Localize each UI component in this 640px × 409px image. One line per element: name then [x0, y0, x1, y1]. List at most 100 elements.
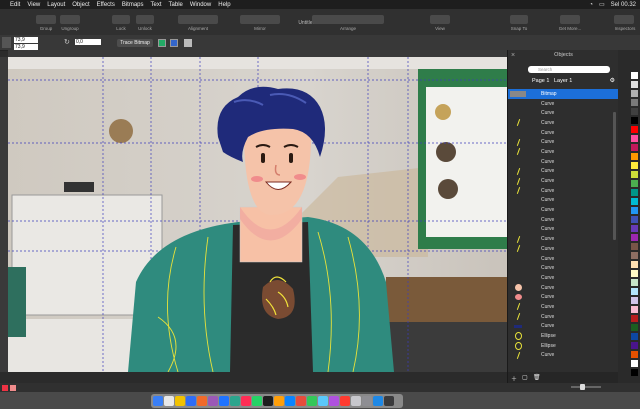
object-row[interactable]: Curve — [508, 176, 619, 186]
object-row[interactable]: Curve — [508, 196, 619, 206]
objects-scrollbar[interactable] — [613, 112, 616, 240]
palette-swatch[interactable] — [631, 306, 638, 313]
dock-app-icon[interactable] — [175, 396, 185, 406]
menu-item-help[interactable]: Help — [218, 2, 230, 8]
palette-swatch[interactable] — [631, 279, 638, 286]
dock-app-icon[interactable] — [285, 396, 295, 406]
object-row[interactable]: Curve — [508, 322, 619, 332]
outline-swatch[interactable] — [10, 385, 16, 391]
palette-swatch[interactable] — [631, 234, 638, 241]
group-button[interactable] — [36, 15, 56, 24]
dock-app-icon[interactable] — [186, 396, 196, 406]
dock-app-icon[interactable] — [373, 396, 383, 406]
object-row[interactable]: Curve — [508, 205, 619, 215]
palette-swatch[interactable] — [631, 252, 638, 259]
object-row[interactable]: Curve — [508, 186, 619, 196]
menu-item-edit[interactable]: Edit — [10, 2, 20, 8]
zoom-slider-handle[interactable] — [580, 384, 585, 390]
palette-swatch[interactable] — [631, 180, 638, 187]
page-settings-icon[interactable]: ⚙ — [610, 77, 615, 86]
close-panel-icon[interactable]: × — [511, 52, 515, 59]
object-row[interactable]: Curve — [508, 225, 619, 235]
object-row[interactable]: Curve — [508, 263, 619, 273]
palette-swatch[interactable] — [631, 126, 638, 133]
palette-swatch[interactable] — [631, 189, 638, 196]
object-row[interactable]: Curve — [508, 167, 619, 177]
palette-swatch[interactable] — [631, 216, 638, 223]
object-row[interactable]: Curve — [508, 234, 619, 244]
palette-swatch[interactable] — [631, 351, 638, 358]
wifi-icon[interactable]: ◔ — [589, 2, 593, 8]
fill-swatch[interactable] — [2, 385, 8, 391]
palette-swatch[interactable] — [631, 225, 638, 232]
palette-swatch[interactable] — [631, 99, 638, 106]
drawing-canvas[interactable] — [8, 57, 507, 372]
battery-icon[interactable]: ▭ — [599, 1, 605, 8]
view-button[interactable] — [430, 15, 450, 24]
palette-swatch[interactable] — [631, 297, 638, 304]
object-row[interactable]: Curve — [508, 108, 619, 118]
palette-swatch[interactable] — [631, 153, 638, 160]
dock-app-icon[interactable] — [340, 396, 350, 406]
dock-app-icon[interactable] — [296, 396, 306, 406]
object-row[interactable]: Curve — [508, 215, 619, 225]
palette-swatch[interactable] — [631, 270, 638, 277]
object-row[interactable]: Curve — [508, 118, 619, 128]
palette-swatch[interactable] — [631, 144, 638, 151]
object-row[interactable]: Curve — [508, 292, 619, 302]
palette-swatch[interactable] — [631, 342, 638, 349]
angle-field[interactable]: 0,0 — [75, 39, 101, 45]
dock-app-icon[interactable] — [307, 396, 317, 406]
inspectors-button[interactable] — [614, 15, 634, 24]
object-row[interactable]: Curve — [508, 147, 619, 157]
unlock-button[interactable] — [136, 15, 154, 24]
dock-app-icon[interactable] — [318, 396, 328, 406]
objects-search-input[interactable]: Search — [528, 66, 610, 73]
dock-app-icon[interactable] — [164, 396, 174, 406]
mirror-button[interactable] — [240, 15, 280, 24]
dock-app-icon[interactable] — [219, 396, 229, 406]
object-row[interactable]: Curve — [508, 283, 619, 293]
dock-app-icon[interactable] — [362, 396, 372, 406]
trace-bitmap-button[interactable]: Trace Bitmap — [117, 39, 153, 47]
menu-item-effects[interactable]: Effects — [97, 2, 115, 8]
menu-item-text[interactable]: Text — [151, 2, 162, 8]
dock-app-icon[interactable] — [252, 396, 262, 406]
clock-label[interactable]: Sel 00.32 — [611, 2, 636, 8]
palette-swatch[interactable] — [631, 117, 638, 124]
resample-icon[interactable] — [184, 39, 192, 47]
lock-button[interactable] — [112, 15, 130, 24]
dock-app-icon[interactable] — [241, 396, 251, 406]
dock-app-icon[interactable] — [153, 396, 163, 406]
palette-swatch[interactable] — [631, 207, 638, 214]
menu-item-window[interactable]: Window — [190, 2, 211, 8]
palette-swatch[interactable] — [631, 243, 638, 250]
menu-item-layout[interactable]: Layout — [47, 2, 65, 8]
object-row[interactable]: Curve — [508, 137, 619, 147]
object-row[interactable]: Ellipse — [508, 341, 619, 351]
object-row[interactable]: Curve — [508, 244, 619, 254]
x-position-field[interactable]: 73,9 — [14, 37, 38, 43]
object-row[interactable]: Curve — [508, 128, 619, 138]
palette-swatch[interactable] — [631, 288, 638, 295]
object-row[interactable]: Ellipse — [508, 331, 619, 341]
add-page-icon[interactable]: ▢ — [522, 374, 528, 381]
palette-swatch[interactable] — [631, 108, 638, 115]
color-mask-icon[interactable] — [170, 39, 178, 47]
object-row[interactable]: Curve — [508, 312, 619, 322]
arrange-button[interactable] — [312, 15, 384, 24]
palette-swatch[interactable] — [631, 333, 638, 340]
delete-icon[interactable]: 🗑 — [533, 374, 541, 381]
menu-item-table[interactable]: Table — [169, 2, 183, 8]
object-row[interactable]: Curve — [508, 351, 619, 361]
dock-app-icon[interactable] — [329, 396, 339, 406]
get-more-button[interactable] — [560, 15, 580, 24]
palette-swatch[interactable] — [631, 90, 638, 97]
alignment-button[interactable] — [178, 15, 218, 24]
ungroup-button[interactable] — [60, 15, 80, 24]
palette-swatch[interactable] — [631, 315, 638, 322]
palette-swatch[interactable] — [631, 324, 638, 331]
object-row[interactable]: Bitmap — [508, 89, 619, 99]
palette-swatch[interactable] — [631, 261, 638, 268]
dock-app-icon[interactable] — [384, 396, 394, 406]
